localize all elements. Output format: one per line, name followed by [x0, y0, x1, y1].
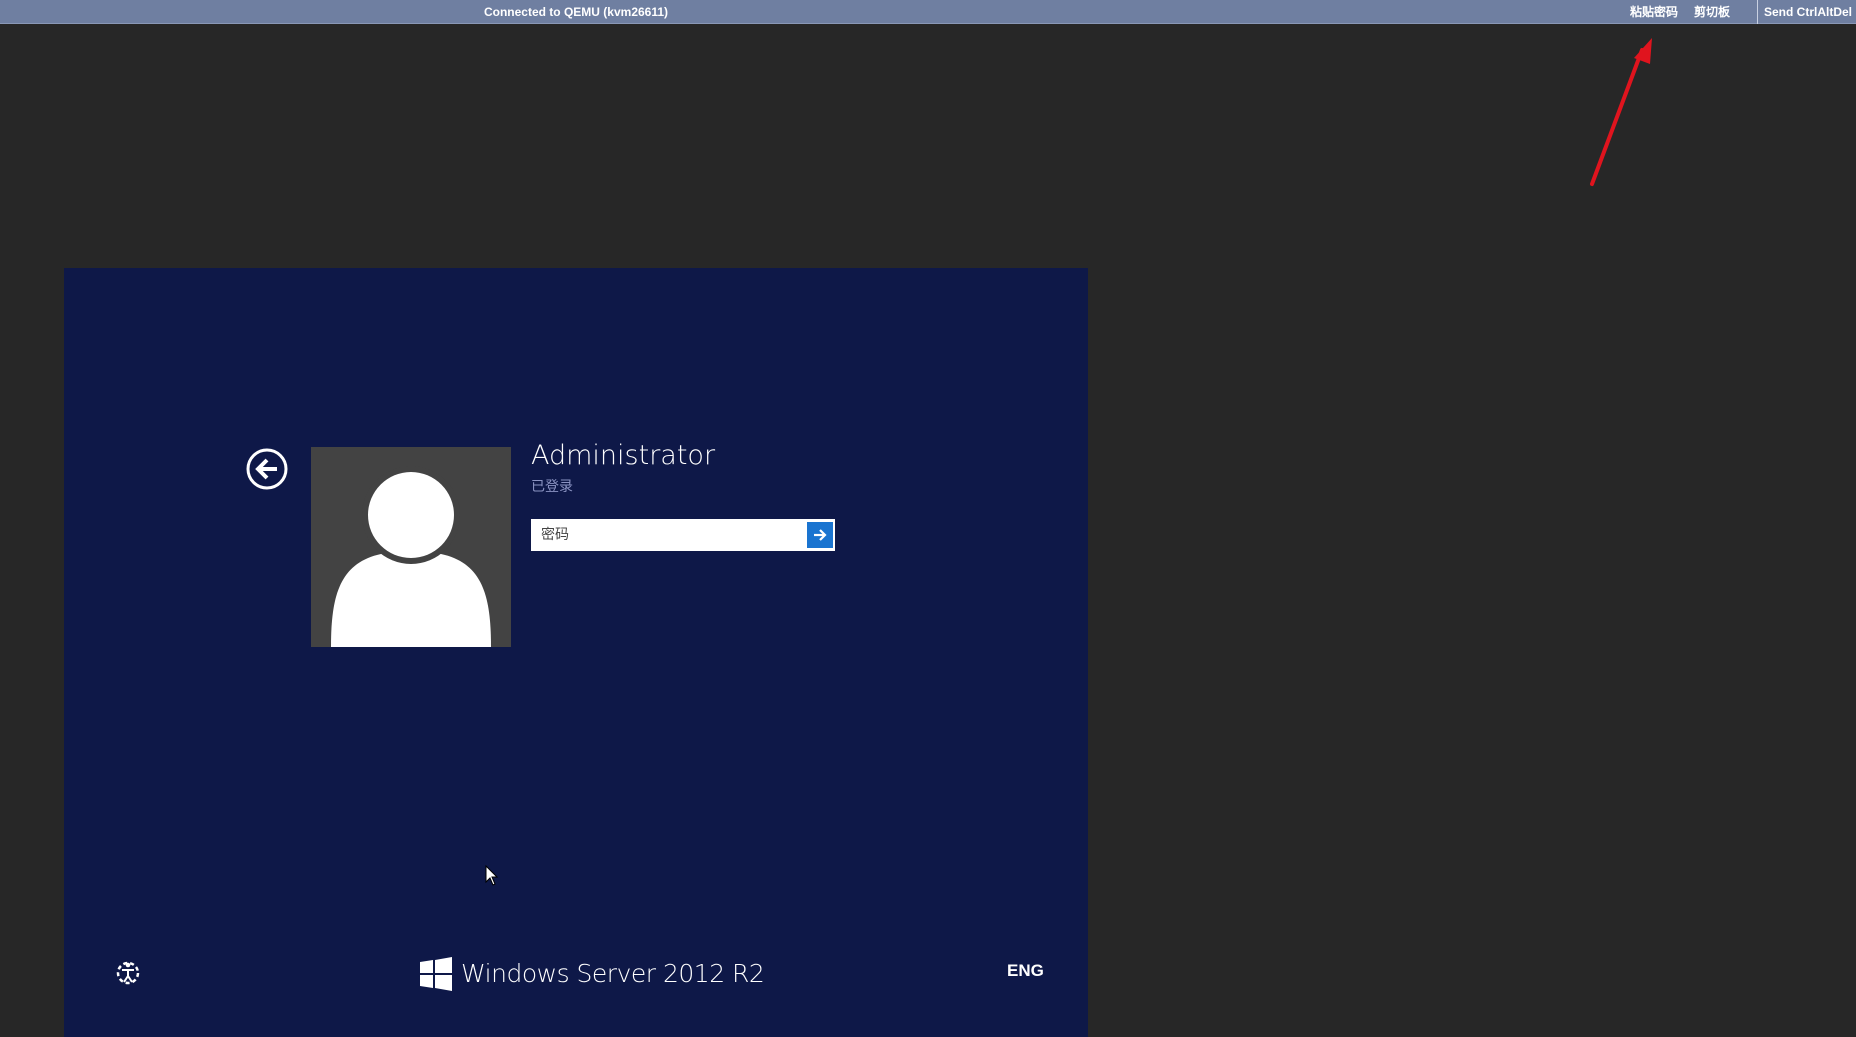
windows-logo-icon	[420, 957, 452, 991]
user-status: 已登录	[531, 479, 573, 495]
login-screen: Administrator 已登录 Windows Server 2012 R2…	[64, 268, 1088, 1037]
ease-of-access-icon[interactable]	[113, 958, 143, 988]
user-avatar	[311, 447, 511, 647]
send-ctrl-alt-del-button[interactable]: Send CtrlAltDel	[1757, 0, 1856, 24]
user-silhouette-icon	[331, 466, 491, 647]
back-arrow-icon[interactable]	[246, 448, 288, 490]
password-input[interactable]	[533, 521, 805, 549]
arrow-right-icon	[814, 529, 827, 541]
submit-password-button[interactable]	[807, 522, 833, 548]
clipboard-button[interactable]: 剪切板	[1694, 0, 1730, 24]
annotation-arrow-icon	[1590, 38, 1652, 186]
vnc-toolbar: Connected to QEMU (kvm26611) 粘贴密码 剪切板 Se…	[0, 0, 1856, 24]
mouse-cursor-icon	[485, 865, 499, 886]
password-field-container	[531, 519, 835, 551]
connection-title: Connected to QEMU (kvm26611)	[483, 5, 669, 19]
os-name: Windows Server 2012 R2	[461, 959, 765, 988]
user-name: Administrator	[531, 440, 716, 471]
language-indicator[interactable]: ENG	[1007, 961, 1044, 981]
paste-password-button[interactable]: 粘贴密码	[1630, 0, 1678, 24]
